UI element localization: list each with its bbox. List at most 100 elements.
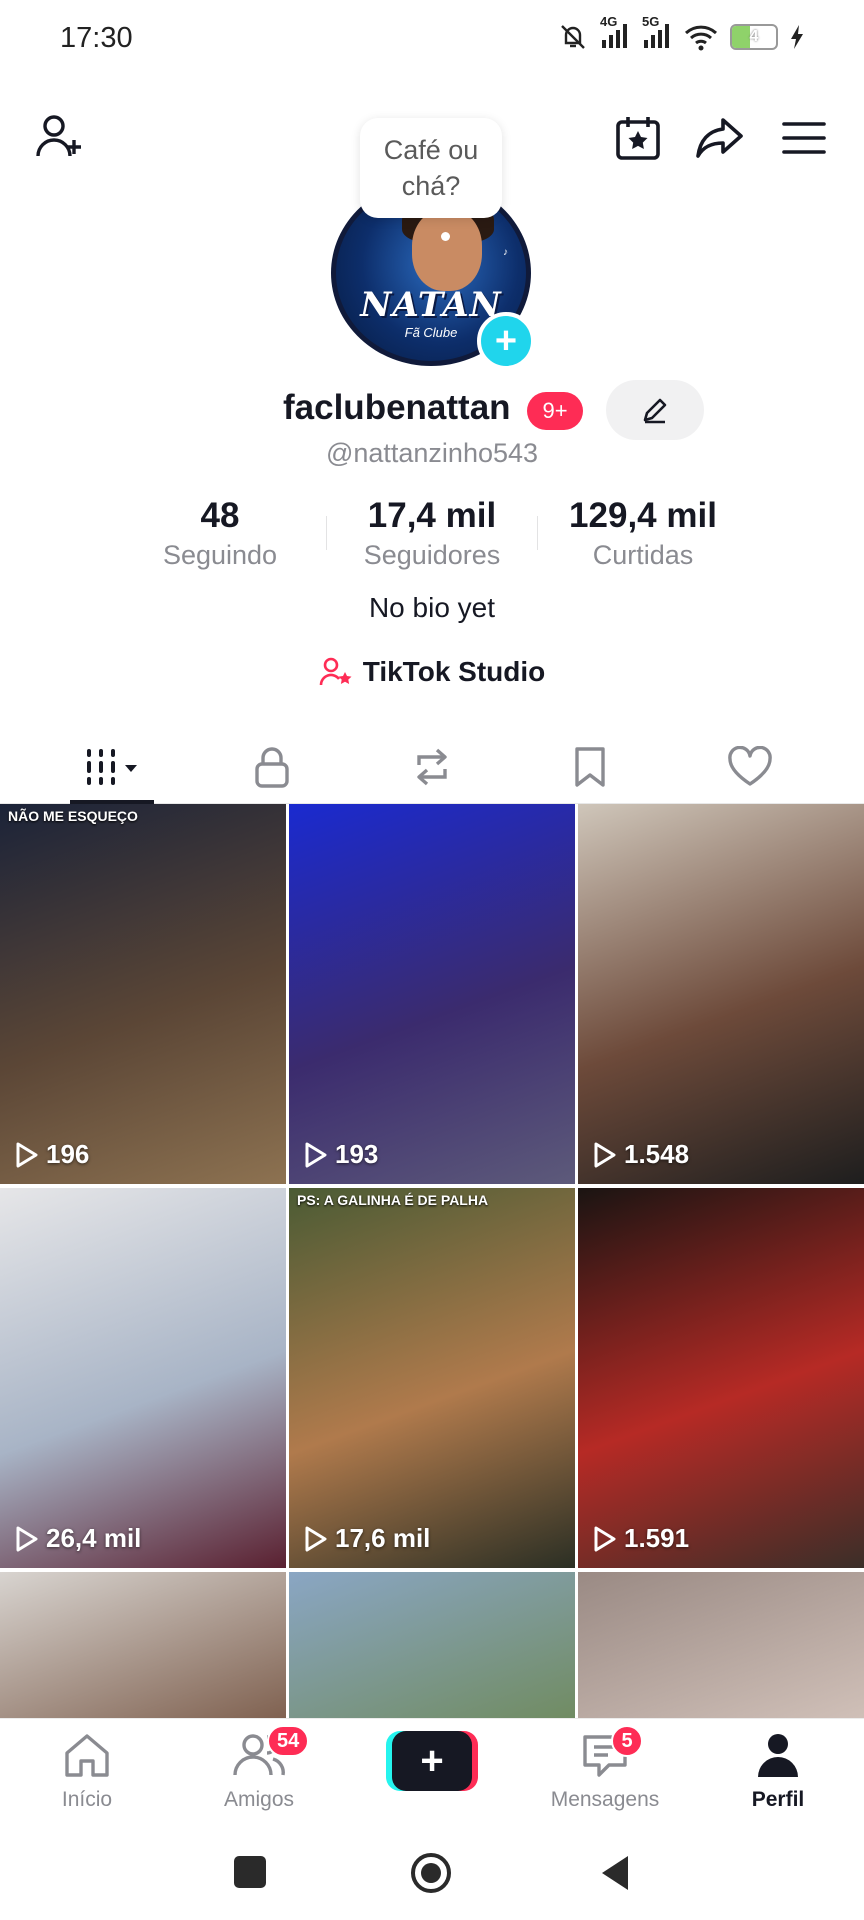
stat-divider [326, 516, 327, 550]
video-thumbnail[interactable]: 1.548 [578, 804, 864, 1184]
calendar-star-icon [616, 117, 660, 160]
pencil-icon [643, 398, 667, 424]
video-view-count: 26,4 mil [14, 1523, 141, 1554]
play-icon [594, 1526, 616, 1551]
video-view-count: 1.591 [592, 1523, 689, 1554]
nav-profile[interactable]: Perfil [708, 1731, 848, 1812]
back-system-button[interactable] [598, 1854, 632, 1892]
video-view-count-value: 193 [335, 1139, 379, 1169]
nav-home-label: Início [61, 1788, 113, 1811]
edit-profile-button[interactable] [606, 380, 704, 440]
status-bar: 17:30 4G 5G 4 [0, 0, 864, 80]
profile-stats: 48 Seguindo 17,4 mil Seguidores 129,4 mi… [0, 496, 864, 576]
video-thumbnail[interactable]: 1.591 [578, 1188, 864, 1568]
video-thumbnail[interactable]: PS: A GALINHA É DE PALHA 17,6 mil [289, 1188, 575, 1568]
create-button[interactable]: + [386, 1731, 478, 1791]
video-grid: NÃO ME ESQUEÇO 196 193 1.548 26,4 mil PS: A G… [0, 804, 864, 1718]
nav-friends-label: Amigos [223, 1788, 295, 1811]
stat-divider [537, 516, 538, 550]
tiktok-logo-icon: ♪ [503, 247, 508, 258]
tab-liked[interactable] [664, 730, 836, 804]
play-icon [16, 1142, 38, 1167]
add-story-button[interactable]: + [477, 312, 535, 370]
video-thumbnail[interactable] [0, 1572, 286, 1718]
calendar-star-button[interactable] [608, 108, 668, 168]
hamburger-menu-icon [782, 122, 826, 154]
video-view-count-value: 1.548 [624, 1139, 690, 1169]
profile-icon [758, 1734, 798, 1777]
bottom-navigation: Início 54 Amigos + 5 Mensagens Perfil [0, 1718, 864, 1818]
friends-badge: 54 [267, 1725, 310, 1757]
play-icon [594, 1142, 616, 1167]
videos-grid-icon [87, 749, 137, 785]
status-icons: 4G 5G 4 [558, 14, 804, 53]
video-caption: PS: A GALINHA É DE PALHA [297, 1192, 489, 1208]
nav-messages[interactable]: 5 Mensagens [535, 1725, 675, 1812]
creator-star-icon [319, 657, 352, 686]
plus-icon: + [392, 1731, 472, 1791]
home-system-button[interactable] [410, 1852, 452, 1894]
battery-icon: 4 [730, 23, 778, 50]
messages-badge: 5 [611, 1725, 643, 1757]
video-view-count: 1.548 [592, 1139, 689, 1170]
bell-muted-icon [561, 24, 585, 49]
play-icon [16, 1526, 38, 1551]
nav-home[interactable]: Início [17, 1731, 157, 1812]
charging-icon [791, 24, 803, 49]
video-thumbnail[interactable]: NÃO ME ESQUEÇO 196 [0, 804, 286, 1184]
network-4g-label: 4G [600, 14, 618, 29]
username: faclubenattan [283, 388, 511, 427]
add-user-icon [36, 115, 81, 157]
video-view-count-value: 26,4 mil [46, 1523, 142, 1553]
network-5g-label: 5G [642, 14, 660, 29]
wifi-icon [684, 25, 718, 50]
video-thumbnail[interactable]: 26,4 mil [0, 1188, 286, 1568]
video-thumbnail[interactable] [578, 1572, 864, 1718]
tab-private[interactable] [186, 730, 358, 804]
system-navigation-bar [0, 1818, 864, 1920]
video-view-count-value: 17,6 mil [335, 1523, 431, 1553]
nav-messages-label: Mensagens [550, 1788, 660, 1811]
profile-tabs [0, 730, 864, 804]
video-view-count: 17,6 mil [303, 1523, 430, 1554]
battery-level: 4 [749, 27, 759, 45]
tiktok-studio-label: TikTok Studio [362, 656, 546, 687]
user-handle: @nattanzinho543 [325, 438, 539, 468]
nav-profile-label: Perfil [751, 1788, 805, 1811]
avatar-face [412, 209, 482, 291]
play-icon [305, 1526, 327, 1551]
repost-icon [417, 748, 447, 786]
note-bubble-tail [441, 232, 450, 241]
stat-followers-value: 17,4 mil [367, 496, 497, 535]
add-friend-button[interactable] [30, 108, 90, 168]
share-profile-button[interactable] [690, 108, 750, 168]
stat-likes-label: Curtidas [592, 540, 694, 570]
stat-followers[interactable]: 17,4 mil Seguidores [332, 496, 532, 571]
home-icon [65, 1734, 109, 1777]
stat-following-label: Seguindo [162, 540, 278, 570]
nav-friends[interactable]: 54 Amigos [189, 1725, 329, 1812]
share-icon [696, 118, 743, 158]
video-caption: NÃO ME ESQUEÇO [8, 808, 138, 824]
video-view-count-value: 1.591 [624, 1523, 690, 1553]
bio-text[interactable]: No bio yet [0, 592, 864, 624]
tab-favorites[interactable] [504, 730, 676, 804]
menu-button[interactable] [774, 108, 834, 168]
video-view-count: 196 [14, 1139, 89, 1170]
notification-badge[interactable]: 9+ [527, 392, 583, 430]
video-view-count-value: 196 [46, 1139, 90, 1169]
note-bubble[interactable]: Café ou chá? [360, 118, 502, 218]
signal-5g-icon: 5G [642, 14, 672, 53]
tab-videos[interactable] [26, 730, 198, 804]
status-time: 17:30 [60, 22, 133, 54]
stat-following[interactable]: 48 Seguindo [120, 496, 320, 571]
video-thumbnail[interactable]: 193 [289, 804, 575, 1184]
video-thumbnail[interactable] [289, 1572, 575, 1718]
stat-following-value: 48 [200, 496, 240, 535]
tiktok-studio-link[interactable]: TikTok Studio [0, 656, 864, 688]
heart-icon [728, 746, 772, 786]
tab-reposts[interactable] [346, 730, 518, 804]
stat-likes[interactable]: 129,4 mil Curtidas [543, 496, 743, 571]
play-icon [305, 1142, 327, 1167]
recent-apps-button[interactable] [234, 1856, 266, 1888]
